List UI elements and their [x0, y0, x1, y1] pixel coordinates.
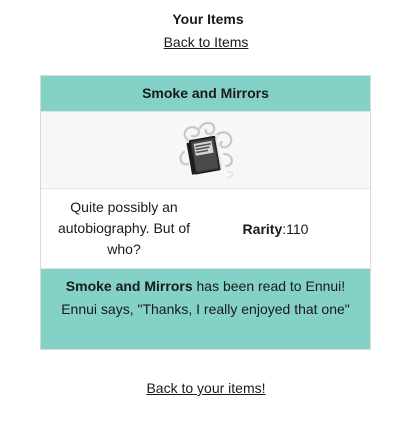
page-title: Your Items: [172, 11, 244, 27]
back-to-your-items-link[interactable]: Back to your items!: [0, 380, 412, 396]
smoke-book-icon: [178, 121, 233, 179]
rarity-label: Rarity: [242, 220, 283, 237]
item-name-header: Smoke and Mirrors: [41, 76, 370, 112]
result-item-name: Smoke and Mirrors: [65, 278, 193, 294]
item-image-row: [41, 112, 370, 189]
back-to-items-link[interactable]: Back to Items: [0, 34, 412, 50]
item-rarity: Rarity: 110: [207, 189, 370, 268]
item-description: Quite possibly an autobiography. But of …: [57, 199, 191, 257]
item-info-row: Quite possibly an autobiography. But of …: [41, 189, 370, 269]
item-card: Smoke and Mirrors Quite possibly an auto…: [40, 75, 371, 350]
read-result-message: Smoke and Mirrors has been read to Ennui…: [41, 269, 370, 349]
rarity-value: 110: [286, 220, 309, 237]
